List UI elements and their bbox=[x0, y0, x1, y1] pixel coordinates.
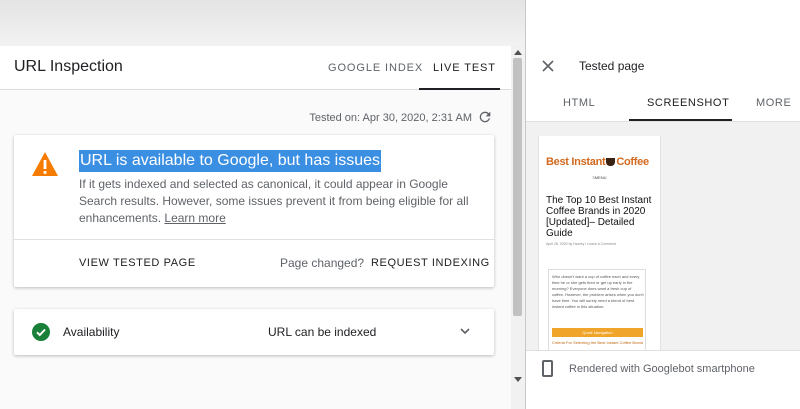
scroll-thumb[interactable] bbox=[513, 58, 522, 316]
article-title: The Top 10 Best Instant Coffee Brands in… bbox=[546, 195, 652, 239]
issue-title: URL is available to Google, but has issu… bbox=[79, 150, 382, 172]
warning-icon bbox=[32, 152, 58, 176]
screenshot-preview: Best Instant Coffee MENU The Top 10 Best … bbox=[526, 122, 800, 350]
site-menu-label: MENU bbox=[539, 175, 660, 180]
tested-page-panel: Tested page HTML SCREENSHOT MORE Best In… bbox=[526, 0, 800, 409]
article-intro-box: Who doesn't want a cup of coffee each an… bbox=[548, 269, 646, 350]
tested-page-title: Tested page bbox=[579, 59, 645, 73]
scrollbar[interactable] bbox=[511, 46, 525, 409]
tab-more[interactable]: MORE bbox=[756, 97, 791, 109]
article-intro-text: Who doesn't want a cup of coffee each an… bbox=[552, 274, 644, 309]
page-title: URL Inspection bbox=[14, 58, 123, 75]
scroll-down-arrow-icon[interactable] bbox=[514, 377, 522, 382]
quick-navigation-bar: Quick Navigation bbox=[552, 328, 643, 337]
check-circle-icon bbox=[32, 323, 50, 341]
tab-screenshot[interactable]: SCREENSHOT bbox=[647, 97, 729, 109]
card-divider bbox=[14, 239, 494, 240]
chevron-down-icon[interactable] bbox=[459, 325, 471, 337]
article-toc-link: Criteria For Selecting the Best Instant … bbox=[552, 340, 644, 345]
logo-text-right: Coffee bbox=[616, 156, 649, 168]
coffee-cup-icon bbox=[606, 158, 616, 167]
availability-value: URL can be indexed bbox=[268, 325, 377, 339]
close-icon[interactable] bbox=[542, 60, 554, 72]
availability-row[interactable]: Availability URL can be indexed bbox=[14, 309, 494, 355]
tab-html[interactable]: HTML bbox=[563, 97, 595, 109]
view-tested-page-button[interactable]: VIEW TESTED PAGE bbox=[79, 257, 196, 269]
url-inspection-panel: URL Inspection GOOGLE INDEX LIVE TEST Te… bbox=[0, 46, 511, 409]
availability-label: Availability bbox=[63, 325, 120, 339]
site-logo: Best Instant Coffee bbox=[546, 156, 649, 168]
page-changed-label: Page changed? bbox=[280, 256, 365, 270]
smartphone-icon bbox=[542, 360, 553, 377]
article-meta: April 28, 2020 by Harvey / Leave a Comme… bbox=[546, 242, 616, 246]
tab-live-test[interactable]: LIVE TEST bbox=[433, 62, 496, 74]
rendered-page-screenshot: Best Instant Coffee MENU The Top 10 Best … bbox=[538, 136, 661, 350]
scroll-up-arrow-icon[interactable] bbox=[514, 50, 522, 55]
panel-header: URL Inspection GOOGLE INDEX LIVE TEST bbox=[0, 46, 511, 90]
tab-google-index[interactable]: GOOGLE INDEX bbox=[328, 62, 423, 74]
issue-description-text: If it gets indexed and selected as canon… bbox=[79, 177, 469, 225]
tested-on-timestamp: Tested on: Apr 30, 2020, 2:31 AM bbox=[309, 112, 472, 124]
request-indexing-button[interactable]: REQUEST INDEXING bbox=[371, 257, 490, 269]
refresh-icon[interactable] bbox=[477, 109, 493, 125]
issue-description: If it gets indexed and selected as canon… bbox=[79, 176, 489, 227]
logo-text-left: Best Instant bbox=[546, 156, 606, 168]
learn-more-link[interactable]: Learn more bbox=[164, 211, 225, 225]
issue-card: URL is available to Google, but has issu… bbox=[14, 135, 494, 287]
active-tab-indicator bbox=[419, 88, 500, 90]
footer-divider bbox=[526, 350, 800, 351]
rendered-with-label: Rendered with Googlebot smartphone bbox=[569, 363, 755, 375]
